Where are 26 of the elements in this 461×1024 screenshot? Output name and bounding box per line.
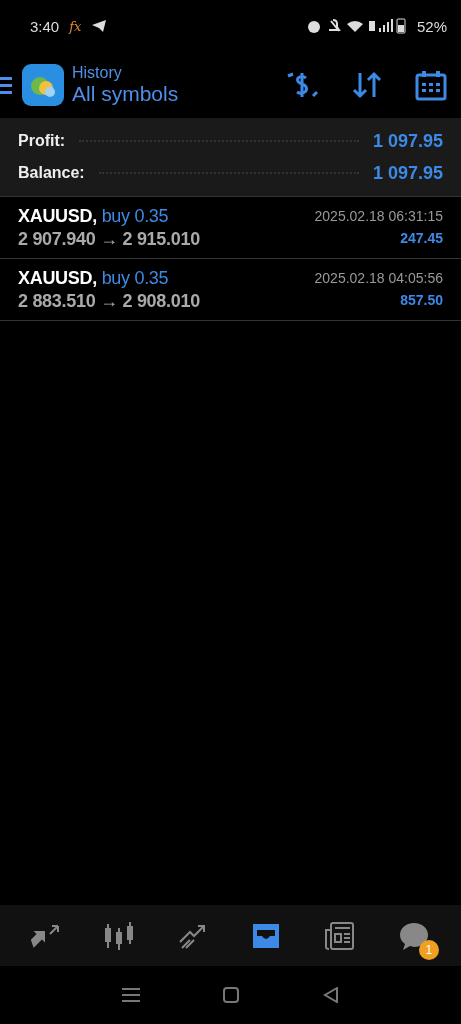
deal-profit: 857.50	[400, 292, 443, 308]
summary-label: Profit:	[18, 132, 66, 150]
deal-prices: 2 883.510 → 2 908.010	[18, 291, 200, 312]
home-button[interactable]	[223, 987, 240, 1003]
deal-symbol: XAUUSD, buy 0.35	[18, 206, 169, 227]
summary-label: Balance:	[18, 164, 85, 182]
screen-subtitle: History	[72, 64, 123, 82]
paper-plane-icon	[91, 19, 108, 33]
screen-title: All symbols	[72, 82, 180, 106]
status-time: 3:40	[30, 17, 60, 35]
deal-profit: 247.45	[400, 230, 443, 246]
calendar-button[interactable]	[415, 69, 447, 101]
deal-prices: 2 907.940 → 2 915.010	[18, 229, 200, 250]
sort-button[interactable]	[351, 69, 383, 101]
deal-time: 2025.02.18 04:05:56	[314, 270, 443, 286]
deal-time: 2025.02.18 06:31:15	[314, 208, 443, 224]
newspaper-icon	[322, 919, 357, 952]
app-notification-mark: fx	[69, 18, 82, 34]
menu-icon[interactable]	[0, 75, 14, 95]
recents-button[interactable]	[121, 987, 140, 1003]
back-button[interactable]	[323, 987, 340, 1003]
app-logo-icon	[22, 64, 64, 106]
deal-symbol: XAUUSD, buy 0.35	[18, 268, 169, 289]
summary-value: 1 097.95	[372, 162, 443, 184]
battery-percent: 52%	[416, 17, 447, 35]
summary-value: 1 097.95	[372, 130, 443, 152]
